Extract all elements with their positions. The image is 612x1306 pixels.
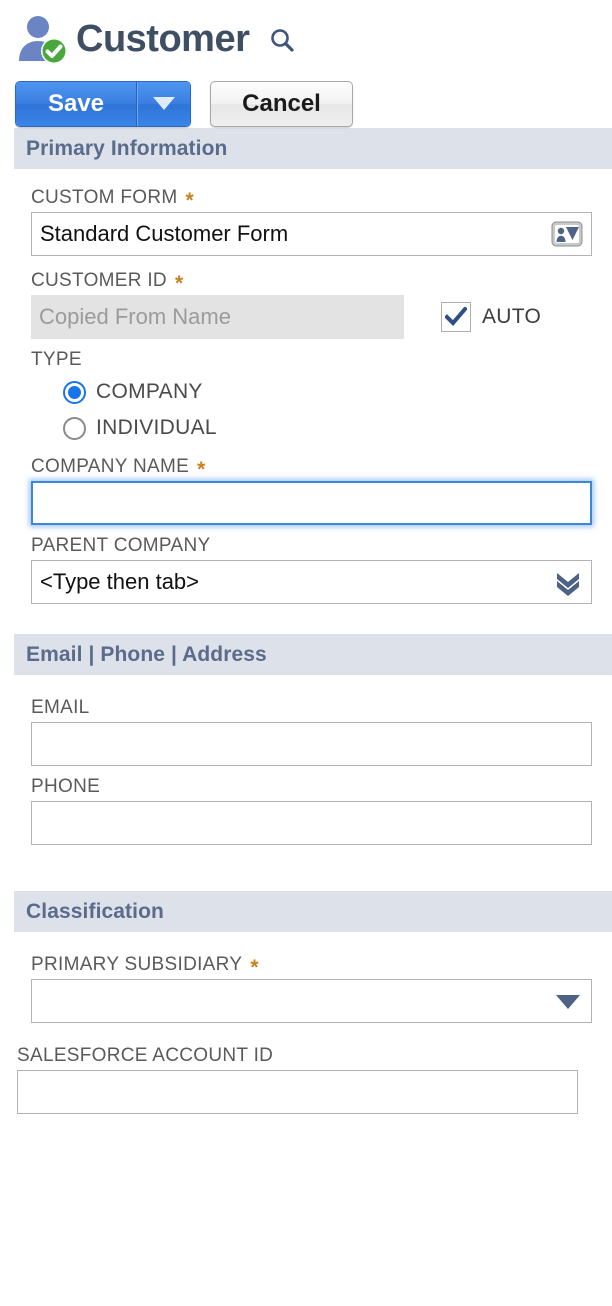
section-title: Email | Phone | Address: [26, 642, 267, 666]
required-indicator: *: [174, 271, 184, 295]
customer-id-label: CUSTOMER ID *: [31, 270, 612, 295]
customer-id-value: Copied From Name: [39, 304, 231, 329]
radio-icon-individual[interactable]: [63, 416, 86, 440]
auto-label: AUTO: [482, 305, 542, 328]
parent-company-input[interactable]: <Type then tab>: [31, 560, 592, 604]
required-indicator: *: [185, 188, 194, 212]
label-text: CUSTOMER ID: [31, 270, 167, 291]
save-dropdown-button[interactable]: [137, 81, 190, 126]
label-text: EMAIL: [31, 697, 90, 718]
custom-form-value: Standard Customer Form: [40, 221, 289, 246]
search-icon[interactable]: [267, 26, 297, 56]
parent-company-value: <Type then tab>: [40, 569, 200, 594]
label-text: CUSTOM FORM: [31, 187, 178, 208]
auto-checkbox-wrapper[interactable]: AUTO: [441, 302, 541, 332]
salesforce-account-id-input[interactable]: [17, 1070, 578, 1114]
radio-label-company: COMPANY: [96, 380, 203, 403]
company-name-label: COMPANY NAME *: [31, 456, 612, 481]
parent-company-label: PARENT COMPANY: [31, 535, 612, 560]
customer-person-check-icon: [14, 13, 70, 65]
primary-subsidiary-label: PRIMARY SUBSIDIARY *: [31, 954, 612, 979]
company-name-input[interactable]: [31, 481, 592, 525]
action-button-row: Save Cancel: [0, 68, 612, 128]
custom-form-input[interactable]: Standard Customer Form: [31, 212, 592, 256]
phone-input[interactable]: [31, 801, 592, 845]
page-header: Customer: [0, 0, 612, 68]
required-indicator: *: [197, 457, 206, 481]
field-email: EMAIL: [0, 697, 612, 766]
email-label: EMAIL: [31, 697, 612, 722]
section-title: Primary Information: [26, 136, 228, 160]
page-title: Customer: [76, 18, 250, 60]
required-indicator: *: [250, 955, 259, 979]
radio-label-individual: INDIVIDUAL: [96, 416, 217, 439]
type-label: TYPE: [31, 349, 612, 374]
field-company-name: COMPANY NAME *: [0, 456, 612, 525]
radio-type-individual[interactable]: INDIVIDUAL: [31, 410, 612, 446]
label-text: PARENT COMPANY: [31, 535, 211, 556]
phone-label: PHONE: [31, 776, 612, 801]
customer-id-row: Copied From Name AUTO: [31, 295, 612, 339]
field-type: TYPE COMPANY INDIVIDUAL: [0, 349, 612, 446]
field-salesforce-account-id: SALESFORCE ACCOUNT ID: [0, 1045, 612, 1114]
radio-type-company[interactable]: COMPANY: [31, 374, 612, 410]
field-custom-form: CUSTOM FORM * Standard Customer Form: [0, 187, 612, 256]
salesforce-account-id-label: SALESFORCE ACCOUNT ID: [17, 1045, 612, 1070]
cancel-button[interactable]: Cancel: [210, 80, 353, 127]
list-select-icon[interactable]: [551, 221, 583, 247]
auto-checkbox[interactable]: [441, 302, 471, 332]
section-title: Classification: [26, 899, 164, 923]
primary-subsidiary-select[interactable]: [31, 979, 592, 1023]
label-text: SALESFORCE ACCOUNT ID: [17, 1045, 274, 1066]
save-button[interactable]: Save: [16, 81, 137, 126]
label-text: PRIMARY SUBSIDIARY: [31, 954, 243, 975]
field-parent-company: PARENT COMPANY <Type then tab>: [0, 535, 612, 604]
label-text: COMPANY NAME: [31, 456, 190, 477]
email-input[interactable]: [31, 722, 592, 766]
section-header-primary-information: Primary Information: [14, 128, 612, 169]
section-header-email-phone-address: Email | Phone | Address: [14, 634, 612, 675]
double-chevron-down-icon[interactable]: [553, 568, 583, 596]
label-text: PHONE: [31, 776, 101, 797]
field-phone: PHONE: [0, 776, 612, 845]
caret-down-icon[interactable]: [553, 991, 583, 1011]
customer-id-input[interactable]: Copied From Name: [31, 295, 404, 339]
radio-icon-company[interactable]: [63, 380, 86, 404]
label-text: TYPE: [31, 349, 82, 370]
field-customer-id: CUSTOMER ID * Copied From Name AUTO: [0, 270, 612, 339]
save-split-button: Save: [15, 80, 191, 127]
caret-down-icon: [153, 97, 175, 110]
check-icon: [445, 307, 467, 326]
field-primary-subsidiary: PRIMARY SUBSIDIARY *: [0, 954, 612, 1023]
section-header-classification: Classification: [14, 891, 612, 932]
custom-form-label: CUSTOM FORM *: [31, 187, 612, 212]
